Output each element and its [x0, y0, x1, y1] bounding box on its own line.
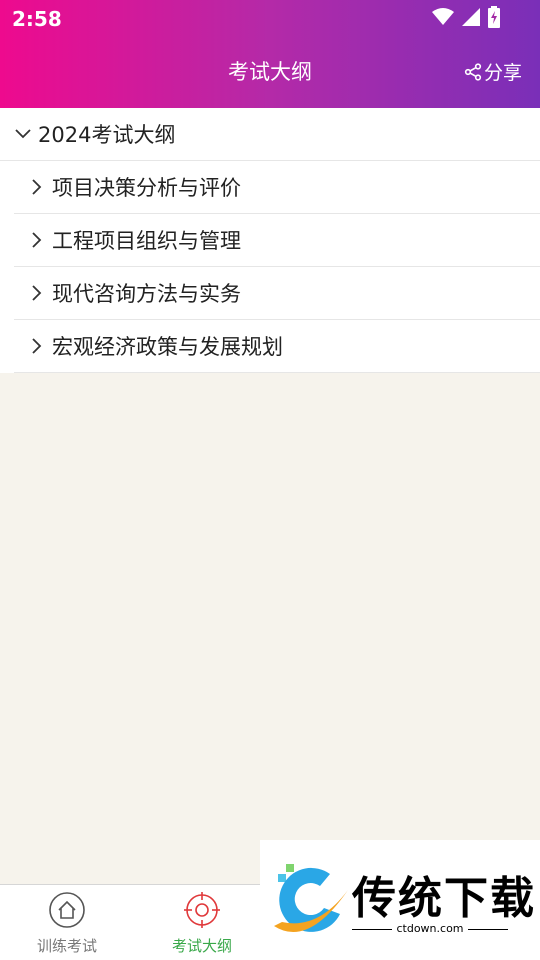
outline-list: 2024考试大纲 项目决策分析与评价 工程项目组织与管理 现代咨询方法与实务 宏…: [0, 108, 540, 373]
outline-item[interactable]: 项目决策分析与评价: [14, 161, 540, 214]
outline-item[interactable]: 宏观经济政策与发展规划: [14, 320, 540, 373]
outline-group-header[interactable]: 2024考试大纲: [0, 108, 540, 161]
nav-exam-outline[interactable]: 考试大纲: [147, 891, 257, 956]
chevron-down-icon: [15, 129, 31, 139]
watermark-logo: 传统下载 ctdown.com: [260, 840, 540, 960]
outline-item-label: 工程项目组织与管理: [52, 229, 241, 253]
watermark-brand: 传统下载: [352, 873, 536, 924]
battery-icon: [488, 6, 500, 28]
wifi-icon: [432, 8, 454, 25]
page-title: 考试大纲: [228, 60, 312, 84]
outline-item[interactable]: 现代咨询方法与实务: [14, 267, 540, 320]
chevron-right-icon: [32, 179, 42, 195]
chevron-right-icon: [32, 232, 42, 248]
chevron-right-icon: [32, 338, 42, 354]
nav-label: 考试大纲: [171, 937, 232, 955]
outline-group-label: 2024考试大纲: [38, 123, 176, 147]
share-button[interactable]: 分享: [464, 58, 522, 85]
target-icon: [184, 892, 220, 928]
chevron-right-icon: [32, 285, 42, 301]
brand-logo-icon: [274, 864, 348, 933]
outline-item-label: 项目决策分析与评价: [52, 176, 241, 200]
nav-label: 训练考试: [36, 937, 97, 955]
outline-item-label: 现代咨询方法与实务: [52, 282, 241, 306]
status-icons: [432, 6, 500, 28]
share-icon: [464, 62, 482, 81]
outline-item[interactable]: 工程项目组织与管理: [14, 214, 540, 267]
share-label: 分享: [483, 62, 522, 84]
outline-item-label: 宏观经济政策与发展规划: [52, 335, 283, 359]
watermark-url: ctdown.com: [352, 922, 508, 935]
app-header: 2:58 考试大纲 分享: [0, 0, 540, 108]
cellular-signal-icon: [462, 8, 480, 26]
status-bar: 2:58: [0, 0, 540, 38]
status-time: 2:58: [12, 7, 62, 31]
nav-training-exam[interactable]: 训练考试: [12, 891, 122, 956]
home-icon: [49, 892, 85, 928]
